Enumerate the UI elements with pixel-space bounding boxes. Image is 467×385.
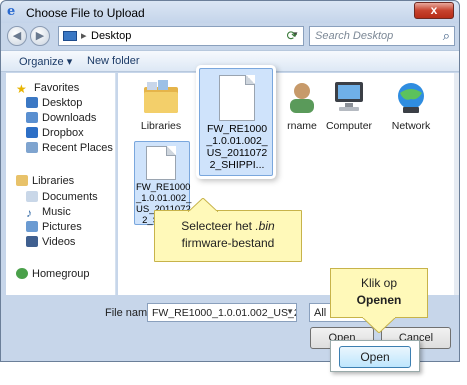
file-name-input[interactable]: FW_RE1000_1.0.01.002_US_2011072 ▼ [147,303,297,322]
sidebar-item-recent-places[interactable]: Recent Places [26,141,113,156]
sidebar-item-label: Downloads [42,112,97,124]
file-icon [146,146,176,180]
page-corner-fold [245,75,255,85]
sidebar-item-desktop[interactable]: Desktop [26,96,82,111]
file-icon [219,75,255,121]
homegroup-icon [16,268,28,279]
libraries-folder[interactable]: Libraries [127,79,195,132]
navigation-pane: ★ Favorites Desktop Downloads Dropbox Rec… [6,73,116,295]
dropbox-icon [26,127,38,138]
sidebar-item-music[interactable]: ♪ Music [26,205,71,220]
callout-pointer [188,198,218,212]
favorites-label: Favorites [34,82,80,94]
favorites-header[interactable]: ★ Favorites [16,81,79,96]
forward-arrow-icon[interactable]: ▶ [30,26,50,46]
item-label: Libraries [140,120,182,132]
close-button[interactable]: x [414,2,454,19]
file-name-label: FW_RE1000 _1.0.01.002_ US_2011072 2_SHIP… [206,123,268,171]
item-label: Computer [325,120,373,132]
desktop-icon [26,97,38,108]
computer-item[interactable]: Computer [315,79,383,132]
sidebar-item-label: Dropbox [42,127,84,139]
organize-button[interactable]: Organize ▾ [19,55,72,68]
homegroup-item[interactable]: Homegroup [16,267,89,282]
sidebar-item-label: Desktop [42,97,83,109]
breadcrumb-desktop[interactable]: Desktop [91,30,131,42]
chevron-down-icon[interactable]: ▼ [286,307,294,316]
library-folder-icon [144,80,178,113]
libraries-icon [16,175,28,186]
sidebar-item-label: Documents [42,191,98,203]
file-name-value: FW_RE1000_1.0.01.002_US_2011072 [152,307,296,319]
libraries-label: Libraries [32,175,75,187]
address-bar[interactable]: ▸ Desktop ▼ [58,26,304,46]
breadcrumb-separator: ▸ [81,30,87,42]
documents-icon [26,191,38,202]
search-icon[interactable]: ⌕ [443,28,450,44]
search-placeholder: Search Desktop [315,30,394,42]
callout-ext: .bin [255,219,275,233]
open-button-zoom: Open [330,340,420,372]
downloads-icon [26,112,38,123]
search-input[interactable]: Search Desktop ⌕ [309,26,455,46]
sidebar-item-documents[interactable]: Documents [26,190,98,205]
callout-line-2: Openen [356,293,402,307]
sidebar-item-videos[interactable]: Videos [26,235,75,250]
select-file-callout: Selecteer het .bin firmware-bestand [154,210,302,262]
libraries-header[interactable]: Libraries [16,174,74,189]
recent-places-icon [26,142,38,153]
vertical-scrollbar[interactable] [454,73,459,295]
window-title: Choose File to Upload [26,6,145,20]
sidebar-item-label: Recent Places [42,142,113,154]
callout-line-2: firmware-bestand [181,236,275,250]
firmware-file-highlight[interactable]: FW_RE1000 _1.0.01.002_ US_2011072 2_SHIP… [199,68,273,176]
videos-icon [26,236,38,247]
new-folder-button[interactable]: New folder [87,55,140,67]
refresh-icon[interactable]: ⟳ [282,26,302,46]
callout-line: Selecteer het .bin [155,219,301,233]
callout-pointer [362,317,396,333]
sidebar-item-label: Music [42,206,71,218]
title-bar: e Choose File to Upload x [1,1,459,23]
back-arrow-icon[interactable]: ◀ [7,26,27,46]
computer-icon [335,82,363,111]
file-list: Libraries rname Computer Network FW_RE10… [118,68,454,295]
sidebar-item-pictures[interactable]: Pictures [26,220,82,235]
desktop-icon [63,31,77,41]
navigation-bar: ◀ ▶ ▸ Desktop ▼ ⟳ Search Desktop ⌕ [1,23,459,49]
page-corner-fold [166,146,176,156]
star-icon: ★ [16,82,27,96]
network-item[interactable]: Network [377,79,445,132]
internet-explorer-icon: e [7,4,16,19]
callout-line: Klik op [360,276,398,290]
open-button-magnified[interactable]: Open [339,346,411,368]
sidebar-item-dropbox[interactable]: Dropbox [26,126,84,141]
sidebar-item-label: Pictures [42,221,82,233]
pictures-icon [26,221,38,232]
homegroup-label: Homegroup [32,268,90,280]
network-icon [398,83,424,113]
sidebar-item-downloads[interactable]: Downloads [26,111,96,126]
item-label: Network [391,120,431,132]
music-icon: ♪ [26,206,32,220]
callout-text: Selecteer het [181,219,256,233]
sidebar-item-label: Videos [42,236,76,248]
click-open-callout: Klik op Openen [330,268,428,318]
